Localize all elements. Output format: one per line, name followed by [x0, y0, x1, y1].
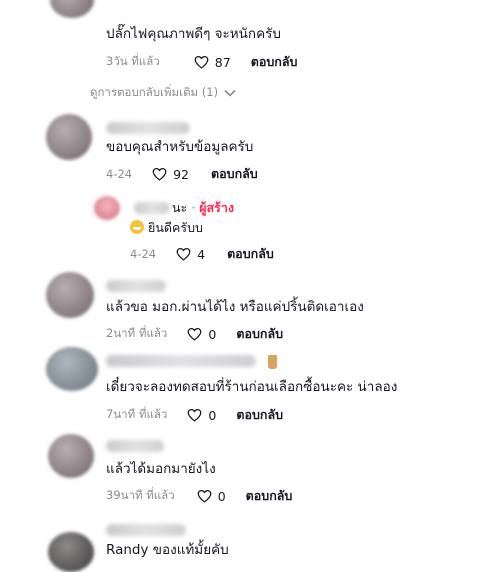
username-blurred[interactable]	[106, 122, 190, 134]
like-count: 0	[208, 326, 217, 342]
creator-header: นะ · ผู้สร้าง	[172, 199, 234, 217]
like-count: 4	[197, 246, 206, 262]
reply-button[interactable]: ตอบกลับ	[211, 164, 258, 184]
like-button[interactable]: 0	[187, 408, 216, 423]
like-count: 87	[214, 54, 231, 70]
comment-time: 4-24	[106, 167, 133, 181]
username-blurred[interactable]	[106, 355, 256, 367]
heart-outline-icon	[176, 247, 191, 261]
comment-meta: 39นาที ที่แล้ว 0 ตอบกลับ	[106, 486, 292, 506]
like-button[interactable]: 4	[176, 247, 205, 262]
creator-badge: ผู้สร้าง	[199, 200, 235, 215]
comment-text: ปลั๊กไฟคุณภาพดีๆ จะหนักครับ	[106, 26, 281, 42]
reply-time: 4-24	[130, 247, 157, 261]
comment-text: เดี๋ยวจะลองทดสอบที่ร้านก่อนเลือกซื้อนะคะ…	[106, 379, 398, 395]
avatar[interactable]	[50, 0, 94, 18]
heart-outline-icon	[194, 55, 209, 69]
reply-button[interactable]: ตอบกลับ	[251, 52, 298, 72]
view-more-replies-button[interactable]: ดูการตอบกลับเพิ่มเติม (1)	[90, 84, 236, 102]
avatar[interactable]	[46, 347, 98, 391]
avatar[interactable]	[48, 434, 94, 478]
comment-meta: 7นาที ที่แล้ว 0 ตอบกลับ	[106, 405, 283, 425]
comment-time: 3วัน ที่แล้ว	[106, 54, 160, 68]
creator-name-suffix: นะ	[172, 200, 188, 215]
reply-button[interactable]: ตอบกลับ	[236, 405, 283, 425]
comment-time: 7นาที ที่แล้ว	[106, 407, 168, 421]
comment-time: 2นาที ที่แล้ว	[106, 326, 168, 340]
heart-outline-icon	[187, 408, 202, 422]
heart-outline-icon	[152, 167, 167, 181]
comment-time: 39นาที ที่แล้ว	[106, 488, 175, 502]
creator-reply-meta: 4-24 4 ตอบกลับ	[130, 244, 274, 264]
comment-text: แล้วได้มอกมายังไง	[106, 461, 216, 477]
comment-meta: 4-24 92 ตอบกลับ	[106, 164, 258, 184]
username-blurred[interactable]	[106, 280, 166, 292]
bubble-tea-icon	[268, 355, 277, 369]
like-count: 0	[217, 488, 226, 504]
avatar[interactable]	[46, 114, 92, 160]
separator-dot: ·	[191, 200, 196, 215]
comment-text: Randy ของแท้มั้ยคับ	[106, 542, 229, 558]
heart-outline-icon	[187, 327, 202, 341]
comment-text: แล้วขอ มอก.ผ่านได้ไง หรือแค่ปริ้นติดเอาเ…	[106, 299, 364, 315]
reply-button[interactable]: ตอบกลับ	[236, 324, 283, 344]
heart-outline-icon	[197, 489, 212, 503]
creator-username-blurred[interactable]	[134, 202, 170, 214]
like-count: 0	[208, 407, 217, 423]
comment-text: ขอบคุณสำหรับข้อมูลครับ	[106, 139, 254, 155]
reply-button[interactable]: ตอบกลับ	[246, 486, 293, 506]
like-button[interactable]: 87	[194, 55, 231, 70]
comment-meta: 2นาที ที่แล้ว 0 ตอบกลับ	[106, 324, 283, 344]
chevron-down-icon	[224, 89, 236, 97]
username-blurred[interactable]	[106, 440, 164, 452]
creator-reply-text: ยินดีครับบ	[148, 220, 203, 235]
comment-meta: 3วัน ที่แล้ว 87 ตอบกลับ	[106, 52, 297, 72]
creator-reply-text-row: ยินดีครับบ	[130, 219, 203, 237]
avatar[interactable]	[46, 272, 94, 318]
like-button[interactable]: 92	[152, 167, 189, 182]
grinning-emoji-icon	[130, 220, 144, 234]
creator-avatar[interactable]	[94, 196, 120, 220]
reply-button[interactable]: ตอบกลับ	[227, 244, 274, 264]
avatar[interactable]	[48, 532, 94, 572]
view-more-replies-label: ดูการตอบกลับเพิ่มเติม (1)	[90, 85, 219, 99]
like-button[interactable]: 0	[187, 327, 216, 342]
like-button[interactable]: 0	[197, 489, 226, 504]
like-count: 92	[173, 166, 190, 182]
username-blurred[interactable]	[106, 524, 186, 536]
